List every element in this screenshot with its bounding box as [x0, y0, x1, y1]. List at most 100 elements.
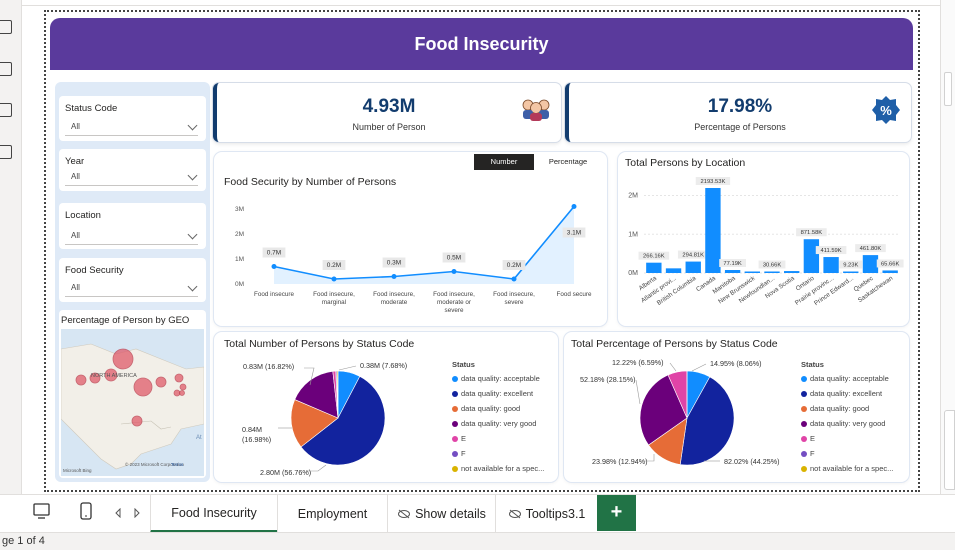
- legend-item[interactable]: F: [801, 446, 893, 461]
- legend-item[interactable]: not available for a spec...: [801, 461, 893, 476]
- legend-swatch: [452, 405, 458, 412]
- report-view-icon[interactable]: [0, 20, 12, 34]
- bar: [862, 255, 879, 273]
- location-dropdown[interactable]: All: [65, 229, 198, 245]
- map-terms-link[interactable]: Terms: [171, 462, 184, 467]
- legend-item[interactable]: E: [801, 431, 893, 446]
- legend-item[interactable]: E: [452, 431, 544, 446]
- slicer-food-security: Food Security All: [59, 258, 206, 302]
- y-tick-label: 2M: [628, 193, 638, 200]
- line-chart-plot[interactable]: 0M 1M 2M 3M 0.7M Food insecure 0.2M Food insecu…: [214, 196, 607, 324]
- legend-item[interactable]: data quality: good: [452, 401, 544, 416]
- y-tick-label: 0M: [628, 270, 638, 277]
- pane-collapse-handle[interactable]: [944, 410, 955, 490]
- bar: [803, 239, 820, 273]
- x-tick-label: severe: [505, 299, 524, 306]
- data-label: 65.66K: [881, 261, 900, 267]
- number-toggle-button[interactable]: Number: [474, 154, 534, 170]
- legend-item[interactable]: not available for a spec...: [452, 461, 544, 476]
- legend-swatch: [801, 375, 807, 382]
- kpi-number-of-persons: 4.93M Number of Person: [213, 83, 561, 142]
- data-label: 0.5M: [447, 255, 461, 262]
- data-label: 3.1M: [567, 230, 581, 237]
- bar: [646, 262, 662, 273]
- legend-item[interactable]: data quality: excellent: [452, 386, 544, 401]
- slicer-year: Year All: [59, 149, 206, 191]
- legend-swatch: [801, 435, 807, 442]
- data-label: 0.2M: [507, 262, 521, 269]
- x-tick-label: severe: [445, 307, 464, 314]
- mobile-layout-icon[interactable]: [80, 502, 92, 520]
- legend-item[interactable]: data quality: excellent: [801, 386, 893, 401]
- line-chart-card: Food Security by Number of Persons Numbe…: [214, 152, 607, 326]
- bar-chart-plot[interactable]: 0M1M2M266.16KAlbertaAtlantic provi...294…: [618, 172, 909, 324]
- slicer-status-code: Status Code All: [59, 96, 206, 141]
- legend-label: not available for a spec...: [461, 464, 545, 473]
- y-tick-label: 0M: [235, 281, 244, 288]
- filters-pane-toggle[interactable]: [944, 72, 952, 106]
- legend-label: F: [810, 449, 815, 458]
- previous-page-icon[interactable]: [114, 508, 122, 518]
- y-tick-label: 2M: [235, 231, 244, 238]
- legend-item[interactable]: data quality: very good: [452, 416, 544, 431]
- legend-item[interactable]: data quality: acceptable: [801, 371, 893, 386]
- kpi-percentage-of-persons: 17.98% Percentage of Persons %: [565, 83, 911, 142]
- data-label: 294.81K: [682, 253, 704, 259]
- map-visual[interactable]: Percentage of Person by GEO NORTH AMERIC…: [59, 310, 206, 478]
- map-logo: Microsoft Bing: [63, 468, 92, 473]
- bar-chart-card: Total Persons by Location 0M 1M 2M 266.16K A…: [618, 152, 909, 326]
- model-view-icon[interactable]: [0, 103, 12, 117]
- data-point: [571, 204, 577, 209]
- visualizations-strip: [0, 0, 22, 532]
- status-code-dropdown[interactable]: All: [65, 120, 198, 136]
- tab-show-details[interactable]: Show details: [387, 495, 495, 533]
- tab-employment[interactable]: Employment: [277, 495, 387, 533]
- legend-item[interactable]: data quality: very good: [801, 416, 893, 431]
- tab-food-insecurity[interactable]: Food Insecurity: [150, 495, 277, 533]
- legend-item[interactable]: data quality: good: [801, 401, 893, 416]
- pie-number-plot[interactable]: 0.38M (7.68%) 2.80M (56.76%) 0.84M(16.98%)…: [214, 354, 450, 480]
- kpi-label: Percentage of Persons: [694, 122, 786, 132]
- page-indicator: ge 1 of 4: [2, 535, 45, 547]
- year-dropdown[interactable]: All: [65, 170, 198, 186]
- percentage-toggle-button[interactable]: Percentage: [536, 154, 600, 170]
- legend-title: Status: [452, 359, 475, 369]
- legend-item[interactable]: data quality: acceptable: [452, 371, 544, 386]
- x-tick-label: moderate: [381, 299, 408, 306]
- pie-chart-percentage-card: Total Percentage of Persons by Status Co…: [564, 332, 909, 482]
- map-canvas[interactable]: NORTH AMERICA At Microsoft Bing © 2023 M…: [61, 329, 204, 476]
- desktop-layout-icon[interactable]: [33, 503, 51, 521]
- slice-label: (16.98%): [242, 435, 271, 444]
- leader-line: [669, 362, 677, 372]
- legend-label: E: [461, 434, 467, 443]
- map-edge-label: At: [196, 435, 202, 441]
- x-tick-label: Food insecure,: [493, 291, 535, 298]
- bar: [724, 270, 741, 273]
- legend-label: data quality: good: [461, 404, 521, 413]
- food-security-dropdown[interactable]: All: [65, 281, 198, 297]
- leader-line: [635, 379, 641, 405]
- data-label: 0.3M: [387, 260, 401, 267]
- pie-percentage-plot[interactable]: 14.95% (8.06%) 82.02% (44.25%) 23.98% (12.…: [564, 354, 800, 480]
- bar: [764, 271, 780, 273]
- table-view-icon[interactable]: [0, 62, 12, 76]
- dax-view-icon[interactable]: [0, 145, 12, 159]
- add-page-button[interactable]: +: [597, 495, 636, 531]
- legend-label: data quality: excellent: [810, 389, 883, 398]
- page-tab-bar: Food Insecurity Employment Show details …: [0, 494, 955, 533]
- people-icon: [522, 99, 550, 121]
- data-point: [451, 269, 457, 274]
- kpi-value: 17.98%: [707, 96, 773, 117]
- data-point: [331, 276, 337, 282]
- legend-item[interactable]: F: [452, 446, 544, 461]
- line-chart-title: Food Security by Number of Persons: [224, 176, 397, 188]
- report-title: Food Insecurity: [414, 33, 549, 54]
- tab-tooltips[interactable]: Tooltips3.1: [495, 495, 597, 533]
- bar: [823, 257, 839, 273]
- data-label: 0.2M: [327, 262, 341, 269]
- legend-swatch: [801, 450, 807, 457]
- next-page-icon[interactable]: [133, 508, 141, 518]
- x-tick-label: Food secure: [556, 291, 591, 298]
- slice-label: 14.95% (8.06%): [710, 359, 762, 368]
- right-pane-edge: [940, 0, 955, 532]
